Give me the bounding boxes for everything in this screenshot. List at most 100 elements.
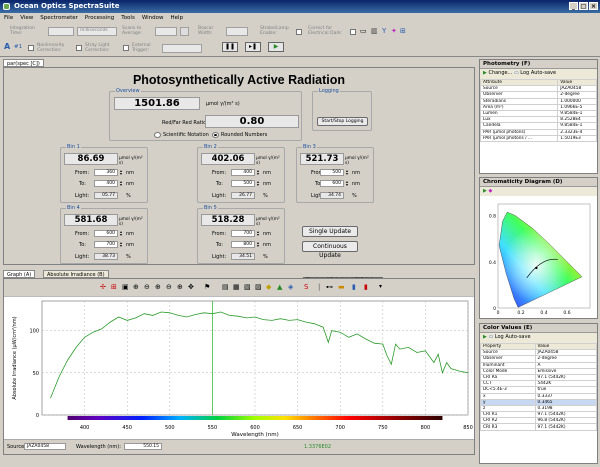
spike-icon[interactable]: S [304,283,308,291]
change-button[interactable]: Change... [488,70,512,76]
bin-from-input[interactable]: 700 [231,230,255,237]
play-button[interactable]: ▶ [268,42,284,52]
menu-help[interactable]: Help [171,15,184,21]
bin-to-spinner-icon[interactable]: ▴ ▾ [120,180,122,187]
pan-icon[interactable]: ✥ [188,283,194,291]
menu-file[interactable]: File [4,15,13,21]
copy-icon[interactable]: ▧ [244,283,251,291]
menu-view[interactable]: View [20,15,33,21]
step-button[interactable]: ▸❚ [245,42,261,52]
start-stop-logging-button[interactable]: Start/Stop Logging [317,117,368,126]
maximize-button[interactable]: □ [579,2,588,10]
bin-to-input[interactable]: 600 [320,180,344,187]
chromaticity-color-icon[interactable]: ◆ [488,188,492,194]
bin-from-spinner-icon[interactable]: ▴ ▾ [120,230,122,237]
menu-window[interactable]: Window [142,15,164,21]
bin-to-spinner-icon[interactable]: ▴ ▾ [346,180,348,187]
peak-icon[interactable]: ◈ [288,283,293,291]
table-row[interactable]: CRI R3 97.1 (5442K) [480,423,597,431]
strobe-checkbox[interactable] [296,29,302,35]
boxcar-spinner[interactable] [226,27,248,36]
trigger-mode-select[interactable] [162,44,202,53]
chromaticity-play-icon[interactable]: ▶ [483,188,487,194]
overlay-icon[interactable]: ▨ [255,283,262,291]
bin-to-spinner-icon[interactable]: ▴ ▾ [120,241,122,248]
network-icon[interactable]: ⊞ [400,27,406,35]
lamp-icon[interactable]: ▭ [360,27,367,35]
continuous-update-button[interactable]: Continuous Update [302,241,358,259]
spectrum-icon[interactable]: ▲ [277,283,282,291]
options-dropdown-icon[interactable]: ▾ [379,283,382,290]
tab-par[interactable]: par(spec [C]) [3,59,44,67]
rounded-radio[interactable] [212,132,219,138]
table-row[interactable]: PAR (μmol photons / ... 1.5019E3 [479,134,597,142]
grid-icon[interactable]: ⊞ [111,283,117,291]
color-values-log-label[interactable]: Log [495,334,504,340]
bin-to-input[interactable]: 800 [231,241,255,248]
scans-reset-icon[interactable] [180,27,189,36]
divider-icon[interactable]: | [318,283,320,291]
bin-from-input[interactable]: 500 [320,169,344,176]
zoom-y-icon[interactable]: ⊖ [166,283,172,291]
fill-icon[interactable]: ▮ [364,283,368,291]
print-icon[interactable]: ▤ [222,283,229,291]
bin-to-input[interactable]: 400 [94,180,118,187]
zoom-box-icon[interactable]: ▣ [122,283,129,291]
source-select[interactable]: JAZA0458 [24,443,66,450]
photometry-log-icon[interactable]: ▭ [514,70,519,76]
bin-to-spinner-icon[interactable]: ▴ ▾ [257,241,259,248]
wavelength-input[interactable]: 550.15 [124,443,162,450]
menu-processing[interactable]: Processing [85,15,114,21]
bar-icon[interactable]: ▮ [352,283,356,291]
crosshair-icon[interactable]: ✢ [100,283,106,291]
wand-icon[interactable]: ✦ [391,27,397,35]
bin-from-input[interactable]: 400 [231,169,255,176]
tab-absolute-irradiance[interactable]: Absolute Irradiance (B) [43,270,109,278]
zoom-fit-icon[interactable]: ⊕ [177,283,183,291]
flag-icon[interactable]: ⚑ [204,283,210,291]
bin-from-input[interactable]: 600 [94,230,118,237]
single-update-button[interactable]: Single Update [302,226,358,237]
bin-to-input[interactable]: 500 [231,180,255,187]
bin-from-input[interactable]: 360 [94,169,118,176]
minimize-button[interactable]: _ [569,2,578,10]
bin-from-spinner-icon[interactable]: ▴ ▾ [120,169,122,176]
photometry-play-icon[interactable]: ▶ [483,70,487,76]
tab-graph[interactable]: Graph (A) [3,270,36,278]
app-icon [3,3,10,10]
pause-button[interactable]: ❚❚ [222,42,238,52]
close-button[interactable]: × [589,2,598,10]
menu-tools[interactable]: Tools [121,15,135,21]
bin-to-input[interactable]: 700 [94,241,118,248]
bin-from-spinner-icon[interactable]: ▴ ▾ [257,230,259,237]
nonlinearity-checkbox[interactable] [28,45,34,51]
color-values-play-icon[interactable]: ▶ [483,334,487,340]
color-icon[interactable]: ◆ [266,283,271,291]
zoom-out-icon[interactable]: ⊖ [144,283,150,291]
photometry-log-label[interactable]: Log [520,70,529,76]
bin-from-spinner-icon[interactable]: ▴ ▾ [346,169,348,176]
bin-from-spinner-icon[interactable]: ▴ ▾ [257,169,259,176]
scans-spinner[interactable] [155,27,177,36]
bin-to-unit: nm [126,242,135,248]
external-trigger-checkbox[interactable] [123,45,129,51]
scientific-radio[interactable] [154,132,161,138]
filter-icon[interactable]: Y [382,27,386,35]
integration-time-spinner[interactable] [48,27,74,36]
stray-light-checkbox[interactable] [76,45,82,51]
zoom-x-icon[interactable]: ⊕ [155,283,161,291]
cursor-icon[interactable]: ⊷ [326,283,333,291]
irradiance-chart[interactable]: 400 450 500 550 600 650 700 750 800 850 0 50 100 Wave… [4,297,474,439]
zoom-in-icon[interactable]: ⊕ [133,283,139,291]
photometry-autosave-label[interactable]: Auto-save [531,70,556,76]
integration-unit-select[interactable]: milliseconds [77,27,117,36]
color-values-log-icon[interactable]: ▭ [488,334,493,340]
font-icon[interactable]: A [4,42,10,51]
menu-spectrometer[interactable]: Spectrometer [40,15,78,21]
color-values-autosave-label[interactable]: Auto-save [505,334,530,340]
bin-to-spinner-icon[interactable]: ▴ ▾ [257,180,259,187]
dark-correction-checkbox[interactable] [350,29,356,35]
save-icon[interactable]: ▦ [233,283,240,291]
marker-icon[interactable]: ▬ [338,283,345,291]
chart-icon[interactable]: ▥ [371,27,378,35]
